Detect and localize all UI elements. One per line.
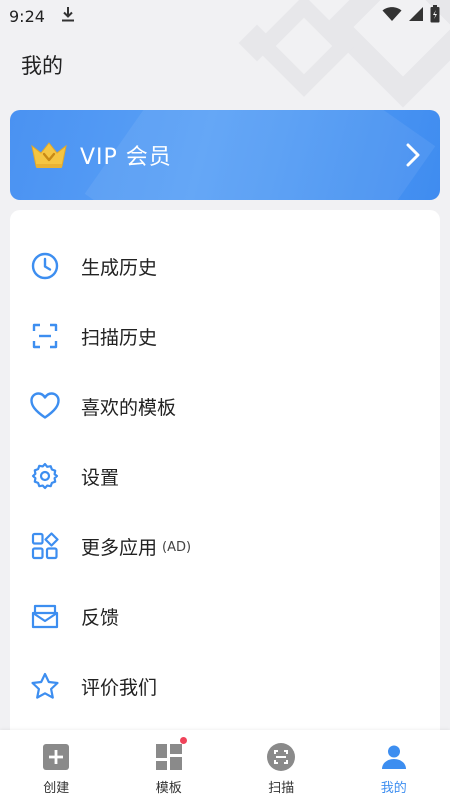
clock-icon (30, 251, 60, 281)
tab-label: 模板 (155, 781, 182, 796)
menu-item-label: 更多应用 (81, 536, 158, 559)
tab-create[interactable]: 创建 (0, 730, 113, 800)
wifi-icon (382, 6, 402, 26)
menu-item-feedback[interactable]: 反馈 (10, 581, 440, 651)
menu-item-label: 评价我们 (81, 676, 158, 699)
crown-icon (30, 140, 68, 170)
vip-label: VIP 会员 (80, 145, 172, 170)
tab-label: 我的 (380, 781, 407, 796)
status-bar: 9:24 (0, 0, 450, 32)
apps-grid-icon (30, 531, 60, 561)
page-title: 我的 (21, 54, 63, 78)
menu-item-favorite-templates[interactable]: 喜欢的模板 (10, 371, 440, 441)
cell-signal-icon (408, 6, 424, 26)
battery-icon (430, 5, 440, 27)
menu-item-label: 设置 (81, 466, 120, 489)
tab-label: 扫描 (268, 781, 295, 796)
menu-list: 生成历史 扫描历史 喜欢的模板 设置 更多应用 (AD) 反馈 评价我们 (10, 210, 440, 750)
heart-icon (30, 391, 60, 421)
plus-square-icon (42, 743, 70, 771)
tab-label: 创建 (43, 781, 70, 796)
menu-item-more-apps[interactable]: 更多应用 (AD) (10, 511, 440, 581)
star-icon (30, 671, 60, 701)
ad-tag: (AD) (162, 539, 192, 555)
menu-item-generate-history[interactable]: 生成历史 (10, 231, 440, 301)
bottom-tab-bar: 创建 模板 扫描 我的 (0, 730, 450, 800)
menu-item-scan-history[interactable]: 扫描历史 (10, 301, 440, 371)
menu-item-rate-us[interactable]: 评价我们 (10, 651, 440, 721)
menu-item-label: 反馈 (81, 606, 120, 629)
scan-frame-icon (30, 321, 60, 351)
menu-item-label: 扫描历史 (81, 326, 158, 349)
tab-scan[interactable]: 扫描 (225, 730, 338, 800)
scan-circle-icon (267, 743, 296, 771)
notification-badge (179, 737, 187, 744)
mail-icon (30, 601, 60, 631)
status-time: 9:24 (9, 6, 45, 26)
menu-item-label: 喜欢的模板 (81, 396, 177, 419)
person-icon (380, 743, 408, 771)
download-icon (61, 6, 75, 26)
chevron-right-icon (406, 143, 420, 167)
template-grid-icon (155, 737, 187, 771)
menu-item-settings[interactable]: 设置 (10, 441, 440, 511)
gear-icon (30, 461, 60, 491)
menu-item-label: 生成历史 (81, 256, 158, 279)
vip-membership-button[interactable]: VIP 会员 (10, 110, 440, 200)
tab-mine[interactable]: 我的 (338, 730, 450, 800)
tab-templates[interactable]: 模板 (113, 730, 226, 800)
